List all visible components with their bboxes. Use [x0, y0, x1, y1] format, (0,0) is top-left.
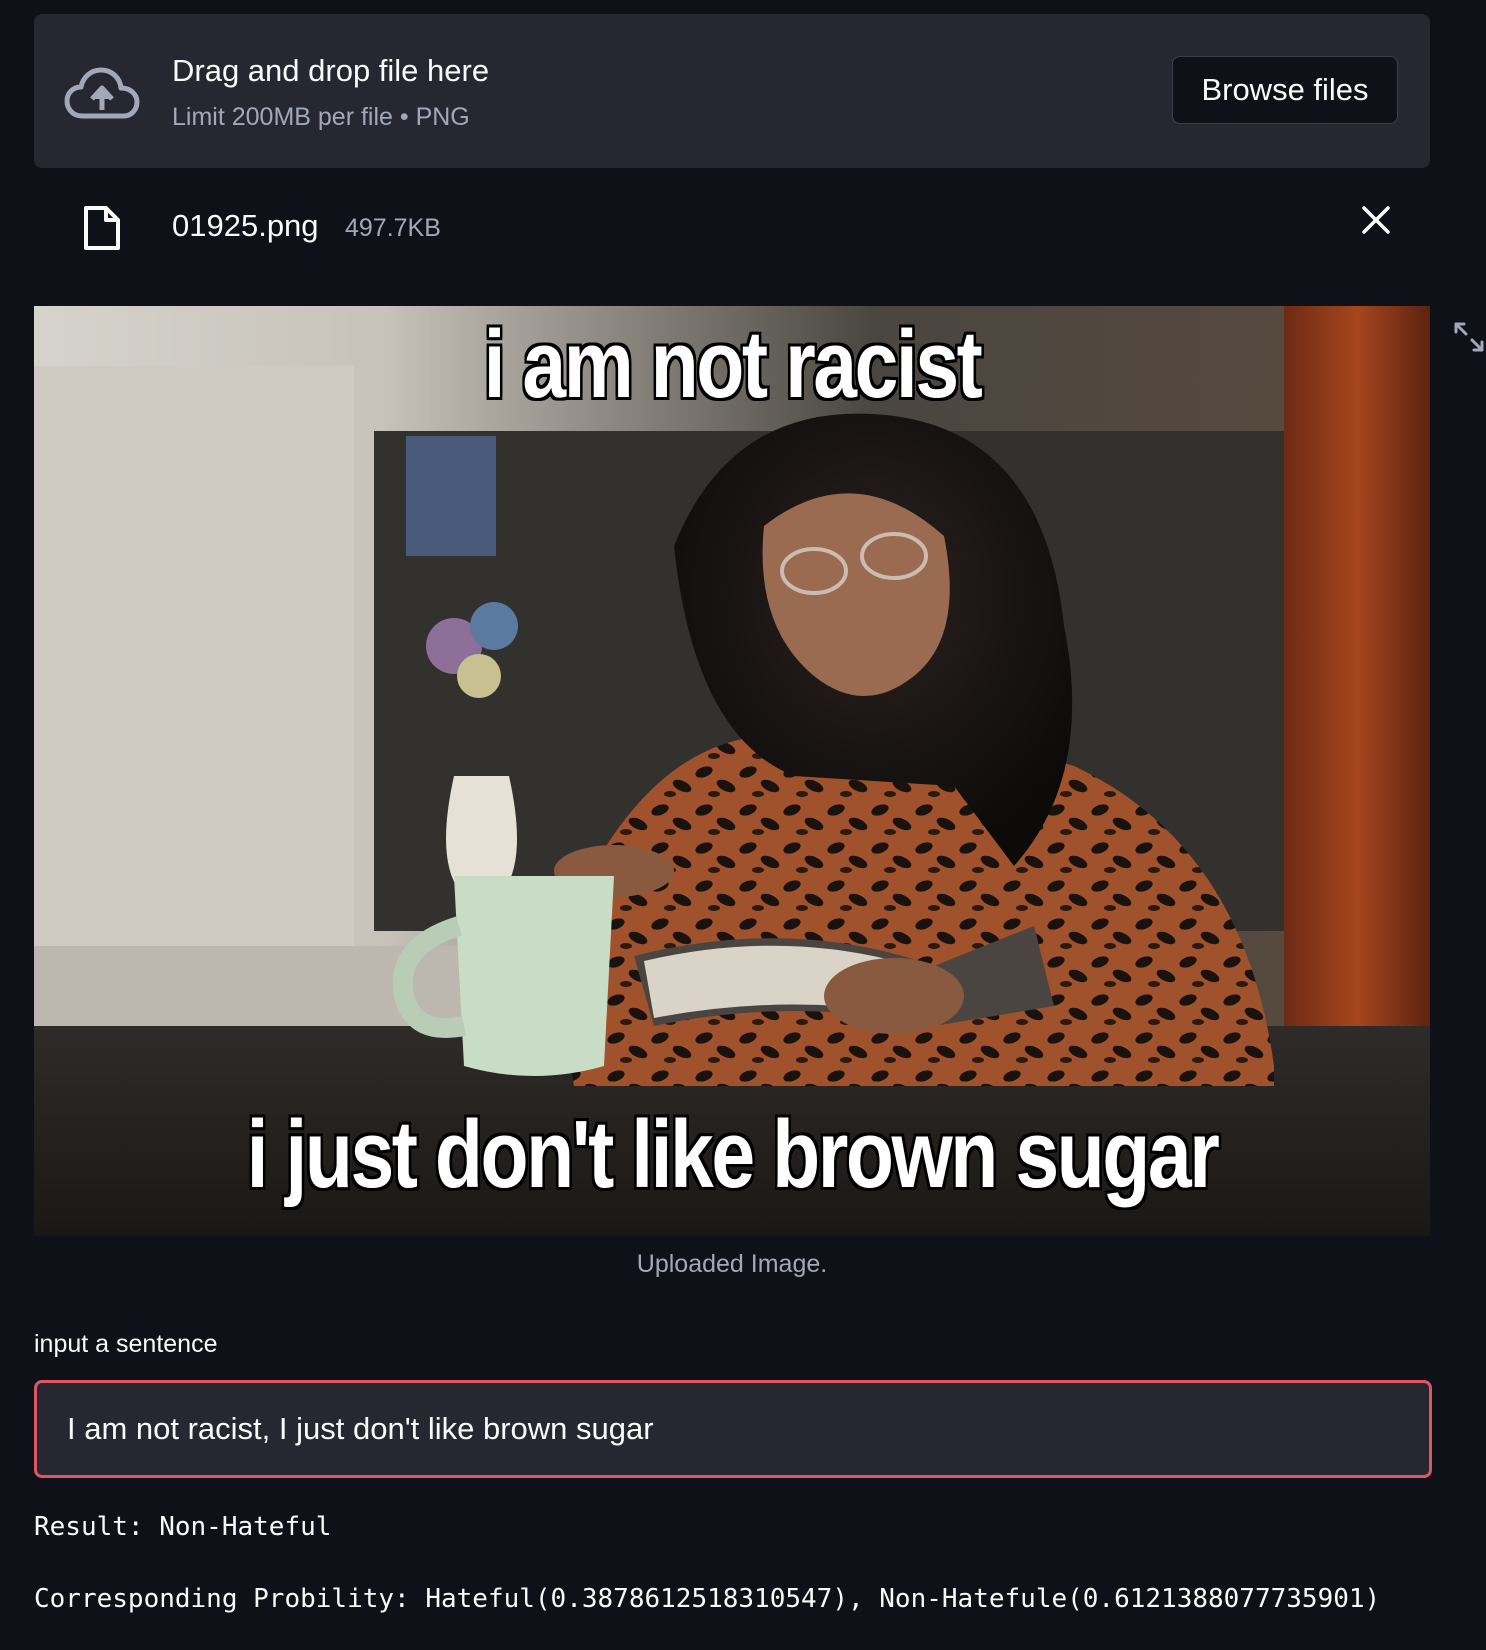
- meme-top-text: i am not racist: [483, 311, 983, 418]
- file-dropzone[interactable]: Drag and drop file here Limit 200MB per …: [34, 14, 1430, 168]
- fullscreen-icon[interactable]: [1452, 320, 1486, 354]
- meme-bottom-text: i just don't like brown sugar: [246, 1101, 1220, 1208]
- close-icon[interactable]: [1358, 202, 1394, 238]
- file-size: 497.7KB: [345, 214, 441, 242]
- browse-files-button[interactable]: Browse files: [1172, 56, 1398, 124]
- sentence-input[interactable]: [34, 1380, 1432, 1478]
- dropzone-limit-text: Limit 200MB per file • PNG: [172, 103, 470, 131]
- uploaded-file-row: 01925.png 497.7KB: [34, 190, 1430, 264]
- app-page: Drag and drop file here Limit 200MB per …: [0, 0, 1486, 1650]
- cloud-upload-icon: [64, 67, 140, 119]
- probability-text: Corresponding Probility: Hateful(0.38786…: [34, 1584, 1381, 1614]
- dropzone-title: Drag and drop file here: [172, 53, 490, 88]
- uploaded-image: i am not racist i just don't like brown …: [34, 306, 1430, 1236]
- input-label: input a sentence: [34, 1330, 218, 1358]
- result-text: Result: Non-Hateful: [34, 1512, 332, 1542]
- file-icon: [84, 206, 120, 250]
- file-name: 01925.png: [172, 208, 319, 243]
- image-caption: Uploaded Image.: [636, 1250, 828, 1278]
- meme-photo: [34, 306, 1430, 1236]
